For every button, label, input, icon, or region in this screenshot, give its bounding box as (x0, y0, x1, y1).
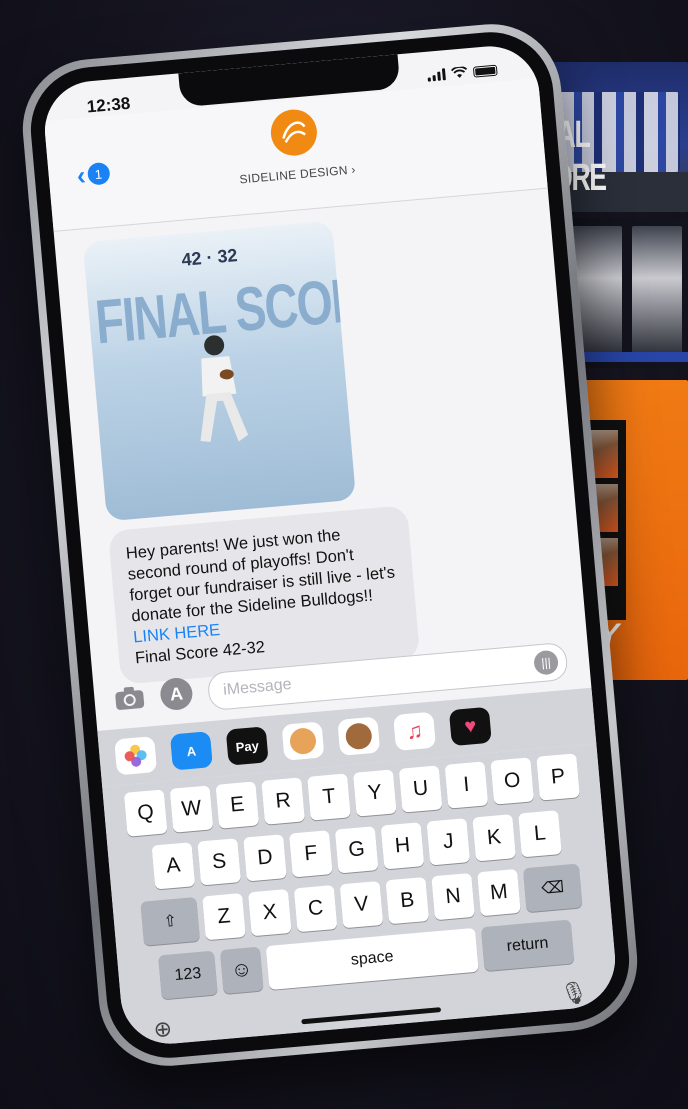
app-store-app-icon[interactable]: A (169, 731, 213, 771)
memoji-icon[interactable] (281, 721, 325, 761)
delete-key[interactable]: ⌫ (522, 863, 583, 913)
emoji-key[interactable]: ☺ (219, 946, 264, 994)
key-i[interactable]: I (444, 761, 489, 809)
shift-key[interactable]: ⇧ (140, 897, 201, 946)
key-d[interactable]: D (243, 834, 287, 882)
player-card (632, 226, 682, 356)
key-n[interactable]: N (431, 872, 475, 921)
battery-icon (472, 64, 498, 78)
music-icon[interactable]: ♫ (393, 711, 437, 752)
audio-message-icon[interactable]: ||| (533, 649, 560, 676)
key-b[interactable]: B (385, 876, 430, 925)
key-m[interactable]: M (477, 868, 521, 917)
message-thread: 42 · 32 FINAL SCORE Hey parents! We just… (54, 192, 586, 685)
key-z[interactable]: Z (202, 892, 246, 941)
return-key[interactable]: return (480, 919, 575, 972)
key-q[interactable]: Q (123, 789, 168, 837)
key-w[interactable]: W (169, 785, 214, 833)
key-f[interactable]: F (289, 830, 333, 878)
message-text: Hey parents! We just won the second roun… (125, 526, 396, 626)
key-k[interactable]: K (472, 814, 516, 862)
key-a[interactable]: A (151, 842, 196, 890)
key-s[interactable]: S (197, 838, 242, 886)
key-r[interactable]: R (261, 777, 305, 825)
key-c[interactable]: C (293, 884, 338, 933)
final-score-image-message[interactable]: 42 · 32 FINAL SCORE (82, 220, 357, 522)
key-j[interactable]: J (426, 818, 471, 866)
unread-badge: 1 (86, 161, 111, 186)
space-key[interactable]: space (265, 927, 479, 990)
camera-icon[interactable] (114, 685, 146, 712)
key-t[interactable]: T (307, 773, 351, 821)
cellular-signal-icon (427, 68, 446, 82)
key-l[interactable]: L (518, 810, 562, 858)
key-p[interactable]: P (536, 753, 580, 801)
key-y[interactable]: Y (352, 769, 397, 817)
apple-pay-icon[interactable]: Pay (225, 726, 269, 766)
digital-touch-heart-icon[interactable]: ♥ (448, 706, 492, 747)
key-x[interactable]: X (247, 888, 292, 937)
key-o[interactable]: O (490, 757, 535, 805)
chevron-left-icon: ‹ (75, 159, 87, 191)
key-e[interactable]: E (215, 781, 260, 829)
animoji-monkey-icon[interactable] (337, 716, 381, 756)
messages-screen: 12:38 ‹ 1 SIDELINE DESIGN › 42 · 32 FINA… (40, 42, 620, 1048)
key-h[interactable]: H (380, 822, 425, 870)
iphone-mockup: 12:38 ‹ 1 SIDELINE DESIGN › 42 · 32 FINA… (17, 18, 643, 1072)
status-icons (427, 64, 498, 82)
key-v[interactable]: V (339, 880, 384, 929)
photos-app-icon[interactable] (114, 736, 158, 776)
keyboard: QWERTYUIOP ASDFGHJKL ⇧ ZXCVBNM ⌫ 123 ☺ s… (102, 743, 620, 1048)
app-store-icon[interactable]: A (159, 676, 194, 712)
wifi-icon (450, 66, 468, 78)
sideline-logo-icon (282, 121, 306, 143)
football-player-image (200, 335, 249, 443)
numbers-key[interactable]: 123 (158, 950, 218, 1000)
contact-avatar[interactable] (269, 107, 319, 158)
key-u[interactable]: U (398, 765, 443, 813)
key-g[interactable]: G (334, 826, 379, 874)
dictation-mic-icon[interactable]: 🎙 (559, 979, 589, 1007)
globe-icon[interactable]: ⊕ (152, 1016, 173, 1044)
